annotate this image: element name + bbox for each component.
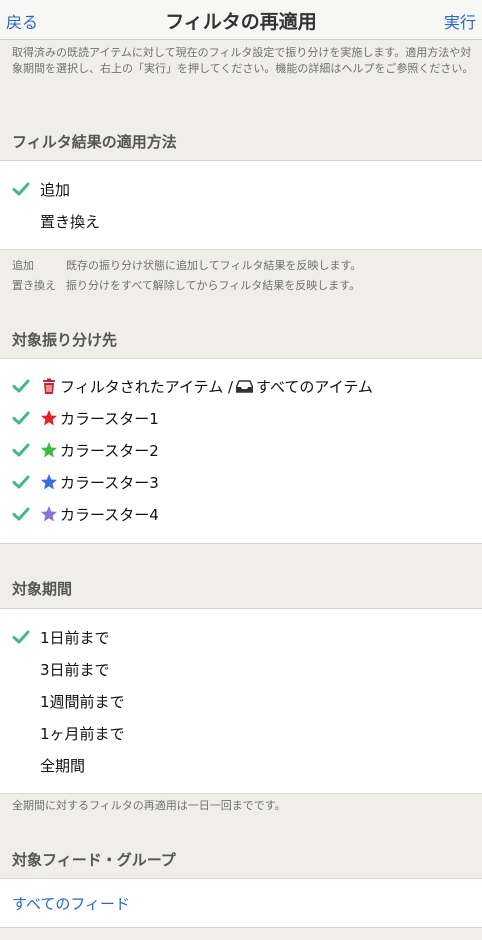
intro-description: 取得済みの既読アイテムに対して現在のフィルタ設定で振り分けを実施します。適用方法… (12, 46, 474, 75)
period-label: 3日前まで (40, 660, 110, 679)
run-button[interactable]: 実行 (444, 9, 476, 33)
period-label: 1ヶ月前まで (40, 724, 125, 743)
period-option-1-month[interactable]: 1ヶ月前まで (0, 717, 482, 749)
target-option-star-2[interactable]: カラースター2 (0, 434, 482, 466)
feed-group-container: すべてのフィード (0, 878, 482, 928)
target-option-star-3[interactable]: カラースター3 (0, 466, 482, 498)
red-star-icon (41, 410, 57, 426)
all-items-text: すべてのアイテム (256, 377, 373, 396)
targets-group: フィルタされたアイテム / すべてのアイテム カラースター1 カラースター2 カラ… (0, 358, 482, 544)
star-label: カラースター3 (60, 473, 159, 492)
checkmark-icon (12, 411, 30, 425)
blue-star-icon (41, 474, 57, 490)
checkmark-icon (12, 379, 30, 393)
purple-star-icon (41, 506, 57, 522)
period-group: 1日前まで 3日前まで 1週間前まで 1ヶ月前まで 全期間 (0, 608, 482, 794)
period-note: 全期間に対するフィルタの再適用は一日一回までです。 (12, 799, 286, 812)
definition-term: 置き換え (12, 279, 56, 292)
target-option-filtered[interactable]: フィルタされたアイテム / すべてのアイテム (0, 370, 482, 402)
section-title-feed-group: 対象フィード・グループ (12, 851, 176, 869)
period-label: 1週間前まで (40, 692, 125, 711)
checkmark-icon (12, 507, 30, 521)
star-label: カラースター1 (60, 409, 159, 428)
checkmark-icon (12, 182, 30, 196)
inbox-tray-icon (236, 379, 254, 393)
page-title: フィルタの再適用 (165, 11, 317, 33)
separator-text: / (227, 377, 234, 396)
target-filtered-label: フィルタされたアイテム / すべてのアイテム (60, 376, 373, 397)
definition-row-replace: 置き換え 振り分けをすべて解除してからフィルタ結果を反映します。 (12, 277, 360, 293)
target-option-star-1[interactable]: カラースター1 (0, 402, 482, 434)
period-option-3-days[interactable]: 3日前まで (0, 653, 482, 685)
definition-row-add: 追加 既存の振り分け状態に追加してフィルタ結果を反映します。 (12, 257, 361, 273)
checkmark-icon (12, 630, 30, 644)
definition-term: 追加 (12, 259, 34, 272)
period-label: 1日前まで (40, 628, 110, 647)
apply-method-label: 追加 (40, 180, 71, 199)
section-title-targets: 対象振り分け先 (12, 331, 118, 349)
star-label: カラースター2 (60, 441, 159, 460)
green-star-icon (41, 442, 57, 458)
filtered-items-text: フィルタされたアイテム (60, 377, 224, 396)
apply-method-group: 追加 置き換え (0, 160, 482, 250)
checkmark-icon (12, 443, 30, 457)
apply-method-option-replace[interactable]: 置き換え (0, 205, 482, 237)
navigation-bar: 戻る フィルタの再適用 実行 (0, 0, 482, 40)
apply-method-option-add[interactable]: 追加 (0, 173, 482, 205)
trash-icon (43, 378, 55, 394)
period-option-1-week[interactable]: 1週間前まで (0, 685, 482, 717)
definition-text: 既存の振り分け状態に追加してフィルタ結果を反映します。 (66, 259, 362, 272)
period-label: 全期間 (40, 756, 86, 775)
feed-group-selector[interactable]: すべてのフィード (12, 893, 130, 914)
target-option-star-4[interactable]: カラースター4 (0, 498, 482, 530)
checkmark-icon (12, 475, 30, 489)
definition-text: 振り分けをすべて解除してからフィルタ結果を反映します。 (66, 279, 361, 292)
period-option-1-day[interactable]: 1日前まで (0, 621, 482, 653)
section-title-apply-method: フィルタ結果の適用方法 (12, 133, 177, 151)
apply-method-label: 置き換え (40, 212, 101, 231)
period-option-all[interactable]: 全期間 (0, 749, 482, 781)
section-title-period: 対象期間 (12, 580, 73, 598)
star-label: カラースター4 (60, 505, 159, 524)
